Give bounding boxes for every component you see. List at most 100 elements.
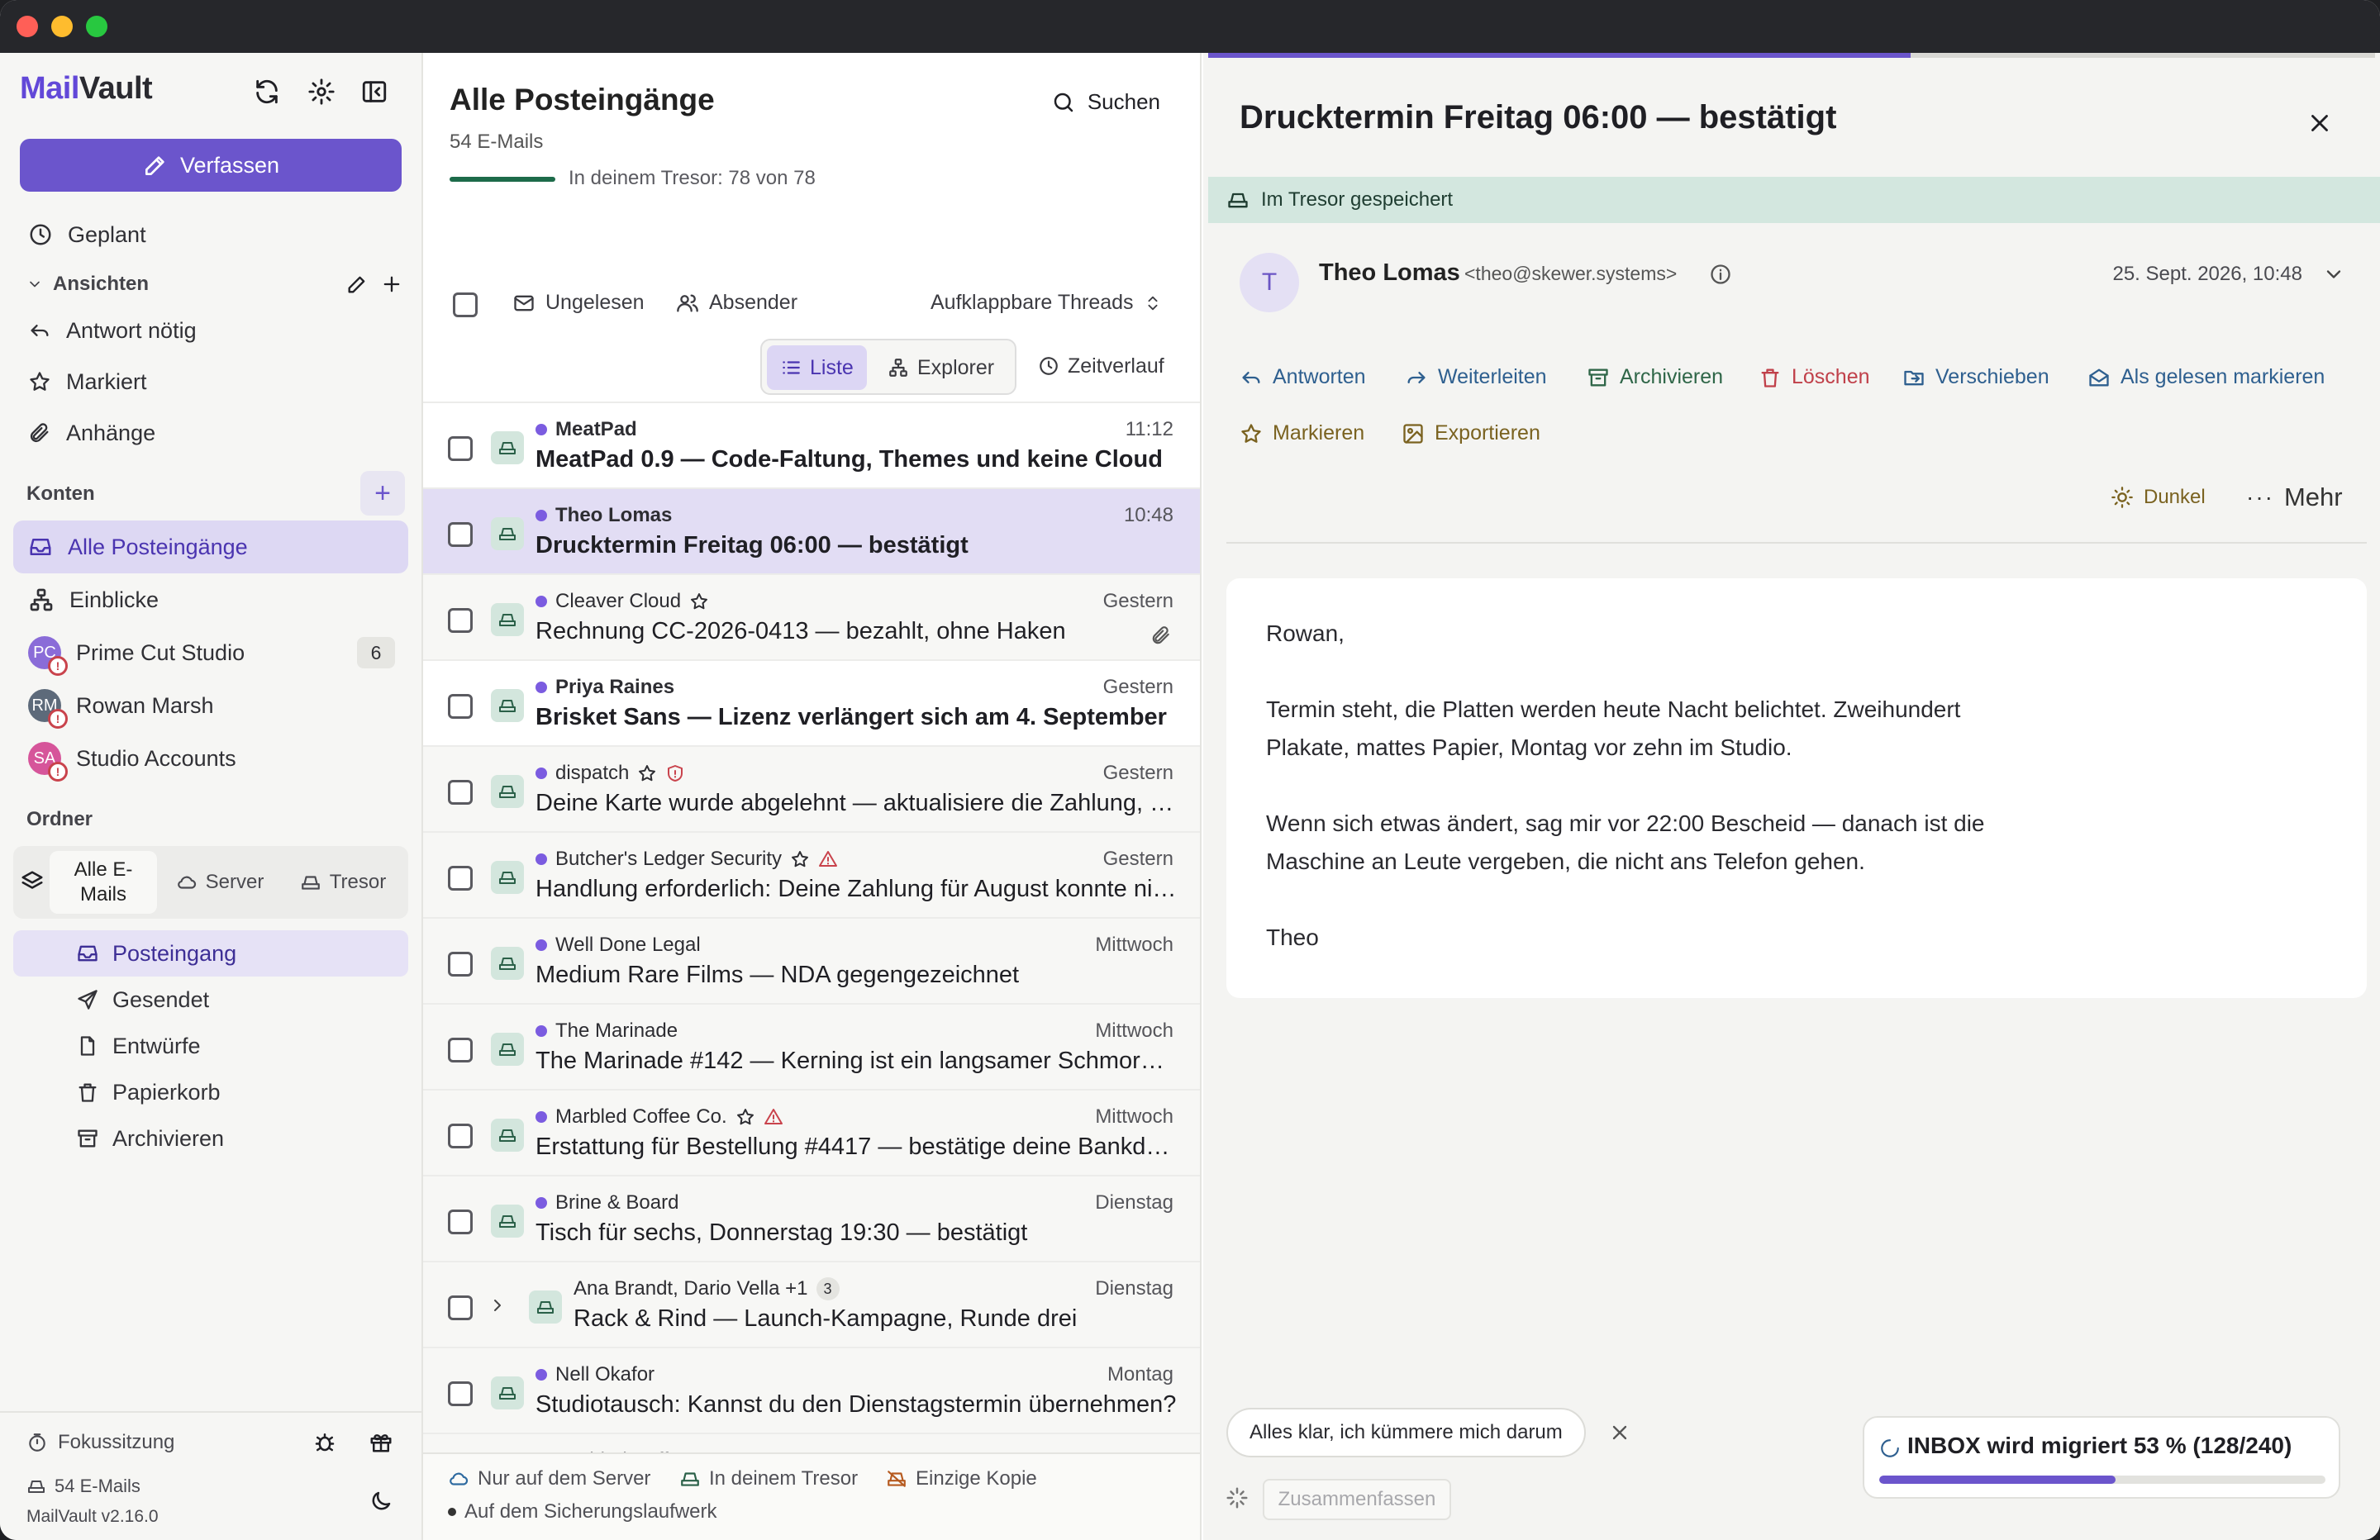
gift-icon[interactable] — [369, 1429, 393, 1454]
scope-server[interactable]: Server — [162, 851, 278, 914]
folder-trash[interactable]: Papierkorb — [13, 1069, 408, 1115]
row-checkbox[interactable] — [448, 1381, 473, 1406]
moon-icon[interactable] — [369, 1489, 393, 1514]
export-button[interactable]: Exportieren — [1402, 421, 1540, 445]
chevron-down-icon[interactable] — [2322, 263, 2345, 286]
close-icon[interactable] — [2306, 109, 2334, 137]
warning-triangle-icon — [764, 1109, 783, 1124]
sidebar-item-prime-cut-studio[interactable]: PC! Prime Cut Studio 6 — [13, 626, 408, 679]
table-row[interactable]: Priya Raines Brisket Sans — Lizenz verlän… — [423, 659, 1200, 745]
row-checkbox[interactable] — [448, 694, 473, 719]
select-all-checkbox[interactable] — [453, 292, 478, 317]
star-icon[interactable] — [735, 1107, 755, 1127]
table-row[interactable]: Brine & Board Tisch für sechs, Donnerstag… — [423, 1175, 1200, 1261]
row-checkbox[interactable] — [448, 608, 473, 633]
delete-button[interactable]: Löschen — [1759, 365, 1870, 389]
sidebar-item-flagged[interactable]: Markiert — [13, 357, 408, 406]
folder-inbox[interactable]: Posteingang — [13, 930, 408, 977]
quick-reply-suggestion[interactable]: Alles klar, ich kümmere mich darum — [1226, 1408, 1586, 1457]
star-icon[interactable] — [637, 763, 657, 783]
no-drive-icon — [888, 1471, 906, 1487]
view-explorer[interactable]: Explorer — [874, 345, 1007, 390]
row-checkbox[interactable] — [448, 436, 473, 461]
reader-pane: Drucktermin Freitag 06:00 — bestätigt Im… — [1203, 53, 2380, 1540]
sidebar-item-studio-accounts[interactable]: SA! Studio Accounts — [13, 732, 408, 785]
star-icon[interactable] — [689, 592, 709, 611]
refresh-icon[interactable] — [253, 78, 281, 106]
vault-drive-icon — [28, 1481, 45, 1493]
sidebar-item-reply-needed[interactable]: Antwort nötig — [13, 306, 408, 355]
more-button[interactable]: ··· Mehr — [2246, 482, 2343, 512]
table-row[interactable]: Well Done Legal Medium Rare Films — NDA g… — [423, 917, 1200, 1003]
add-account-button[interactable]: + — [360, 471, 405, 516]
compose-button[interactable]: Verfassen — [20, 139, 402, 192]
sidebar-item-rowan-marsh[interactable]: RM! Rowan Marsh — [13, 679, 408, 732]
move-button[interactable]: Verschieben — [1902, 365, 2049, 389]
filter-unread[interactable]: Ungelesen — [512, 291, 645, 315]
table-row[interactable]: Cleaver Cloud Rechnung CC-2026-0413 — bez… — [423, 573, 1200, 659]
row-checkbox[interactable] — [448, 1038, 473, 1062]
info-icon[interactable] — [1709, 263, 1732, 286]
zoom-window-button[interactable] — [86, 16, 107, 37]
folders-section-header: Ordner — [26, 808, 93, 830]
row-sender: Butcher's Ledger Security — [536, 848, 838, 871]
views-section-header[interactable]: Ansichten — [26, 273, 149, 296]
folder-drafts[interactable]: Entwürfe — [13, 1023, 408, 1069]
close-window-button[interactable] — [17, 16, 38, 37]
scope-vault[interactable]: Tresor — [283, 851, 403, 914]
row-checkbox[interactable] — [448, 1124, 473, 1148]
table-row[interactable]: The Marinade The Marinade #142 — Kerning … — [423, 1003, 1200, 1089]
folder-archive[interactable]: Archivieren — [13, 1115, 408, 1162]
migration-progress-track — [1879, 1476, 2325, 1484]
table-row[interactable]: MeatPad MeatPad 0.9 — Code-Faltung, Theme… — [423, 402, 1200, 487]
collapse-sidebar-icon[interactable] — [360, 78, 388, 106]
sender-name: Theo Lomas — [1319, 259, 1460, 286]
sidebar-item-scheduled[interactable]: Geplant — [13, 210, 408, 259]
dark-mode-button[interactable]: Dunkel — [2111, 486, 2206, 509]
archive-button[interactable]: Archivieren — [1587, 365, 1723, 389]
table-row[interactable]: Marbled Coffee Co. Erstattung für Bestell… — [423, 1089, 1200, 1175]
table-row[interactable]: Nell Okafor Studiotausch: Kannst du den D… — [423, 1347, 1200, 1433]
focus-session-button[interactable]: Fokussitzung — [26, 1431, 174, 1454]
minimize-window-button[interactable] — [51, 16, 73, 37]
search-button[interactable]: Suchen — [1051, 89, 1160, 115]
row-subject: Handlung erforderlich: Deine Zahlung für… — [536, 876, 1177, 902]
table-row[interactable]: Butcher's Ledger Security Handlung erford… — [423, 831, 1200, 917]
legend-single-copy: Einzige Kopie — [886, 1467, 1037, 1490]
thread-mode-select[interactable]: Aufklappbare Threads — [931, 291, 1162, 315]
row-checkbox[interactable] — [448, 866, 473, 891]
star-icon[interactable] — [790, 849, 810, 869]
folder-sent[interactable]: Gesendet — [13, 977, 408, 1023]
table-row[interactable]: dispatch Deine Karte wurde abgelehnt — ak… — [423, 745, 1200, 831]
inbox-icon — [78, 945, 98, 962]
view-timeline[interactable]: Zeitverlauf — [1025, 344, 1178, 388]
forward-button[interactable]: Weiterleiten — [1405, 365, 1547, 389]
send-icon — [78, 990, 98, 1010]
sidebar-item-insights[interactable]: Einblicke — [13, 573, 408, 626]
chevron-right-icon[interactable] — [488, 1295, 507, 1315]
settings-gear-icon[interactable] — [307, 78, 336, 106]
view-list[interactable]: Liste — [767, 345, 867, 390]
table-row[interactable]: Ana Brandt, Dario Vella +1 3 Rack & Rind —… — [423, 1261, 1200, 1347]
bug-icon[interactable] — [312, 1429, 337, 1454]
body-line: Plakate, mattes Papier, Montag vor zehn … — [1266, 734, 1792, 760]
summarize-button[interactable]: Zusammenfassen — [1263, 1479, 1451, 1520]
row-checkbox[interactable] — [448, 952, 473, 977]
dismiss-suggestion-icon[interactable] — [1608, 1421, 1631, 1444]
flag-button[interactable]: Markieren — [1240, 421, 1364, 445]
add-view-icon[interactable] — [380, 273, 403, 296]
archive-box-icon — [1588, 368, 1608, 386]
sidebar-item-all-inboxes[interactable]: Alle Posteingänge — [13, 520, 408, 573]
filter-sender[interactable]: Absender — [676, 291, 797, 315]
row-checkbox[interactable] — [448, 1295, 473, 1320]
row-checkbox[interactable] — [448, 1210, 473, 1234]
row-checkbox[interactable] — [448, 780, 473, 805]
table-row[interactable]: Theo Lomas Drucktermin Freitag 06:00 — be… — [423, 487, 1200, 573]
sidebar-item-attachments[interactable]: Anhänge — [13, 408, 408, 458]
mark-read-button[interactable]: Als gelesen markieren — [2087, 365, 2325, 389]
reply-button[interactable]: Antworten — [1240, 365, 1366, 389]
vault-status-icon — [491, 775, 524, 808]
row-checkbox[interactable] — [448, 522, 473, 547]
scope-all-mails[interactable]: Alle E-Mails — [50, 851, 157, 914]
edit-views-icon[interactable] — [345, 273, 369, 296]
